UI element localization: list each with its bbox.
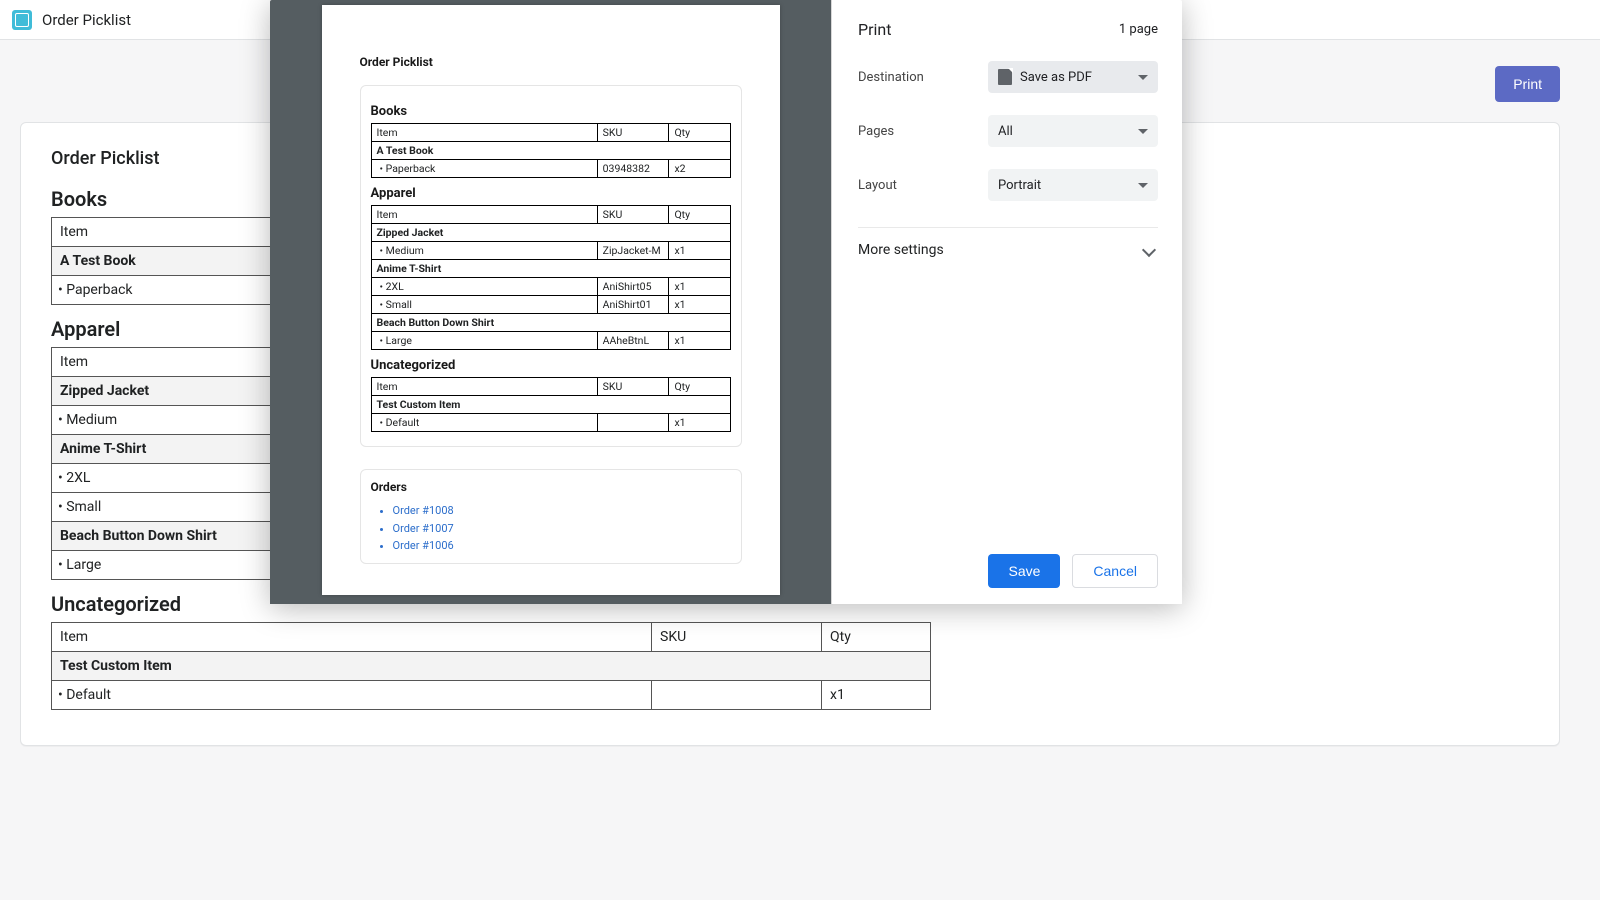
more-settings-toggle[interactable]: More settings <box>858 227 1158 258</box>
pages-value: All <box>998 124 1013 139</box>
pages-label: Pages <box>858 124 988 139</box>
print-settings-pane: Print 1 page Destination Save as PDF Pag… <box>832 0 1182 604</box>
print-preview-page: Order Picklist Books ItemSKUQty A Test B… <box>322 5 780 595</box>
destination-select[interactable]: Save as PDF <box>988 61 1158 93</box>
app-title: Order Picklist <box>42 11 131 29</box>
print-title: Print <box>858 20 891 39</box>
app-logo-icon <box>12 10 32 30</box>
pv-orders-card: Orders Order #1008 Order #1007 Order #10… <box>360 469 742 564</box>
chevron-down-icon <box>1138 129 1148 134</box>
pv-orders-list: Order #1008 Order #1007 Order #1006 <box>371 502 731 555</box>
destination-value: Save as PDF <box>1020 70 1092 85</box>
order-link[interactable]: Order #1008 <box>393 502 731 520</box>
more-settings-label: More settings <box>858 242 944 258</box>
pages-select[interactable]: All <box>988 115 1158 147</box>
chevron-down-icon <box>1138 183 1148 188</box>
print-page-count: 1 page <box>1119 22 1158 37</box>
chevron-down-icon <box>1142 243 1156 257</box>
pv-title: Order Picklist <box>360 55 742 69</box>
print-preview-pane[interactable]: Order Picklist Books ItemSKUQty A Test B… <box>270 0 832 604</box>
cancel-button[interactable]: Cancel <box>1072 554 1158 588</box>
layout-value: Portrait <box>998 178 1041 193</box>
save-button[interactable]: Save <box>988 554 1060 588</box>
order-link[interactable]: Order #1006 <box>393 537 731 555</box>
chevron-down-icon <box>1138 75 1148 80</box>
uncat-table: ItemSKUQty Test Custom Item Defaultx1 <box>51 622 931 710</box>
print-dialog: Order Picklist Books ItemSKUQty A Test B… <box>270 0 1182 604</box>
layout-label: Layout <box>858 178 988 193</box>
destination-label: Destination <box>858 70 988 85</box>
pv-picklist-card: Books ItemSKUQty A Test Book Paperback03… <box>360 85 742 447</box>
print-button[interactable]: Print <box>1495 66 1560 102</box>
layout-select[interactable]: Portrait <box>988 169 1158 201</box>
order-link[interactable]: Order #1007 <box>393 520 731 538</box>
pdf-page-icon <box>998 69 1012 85</box>
